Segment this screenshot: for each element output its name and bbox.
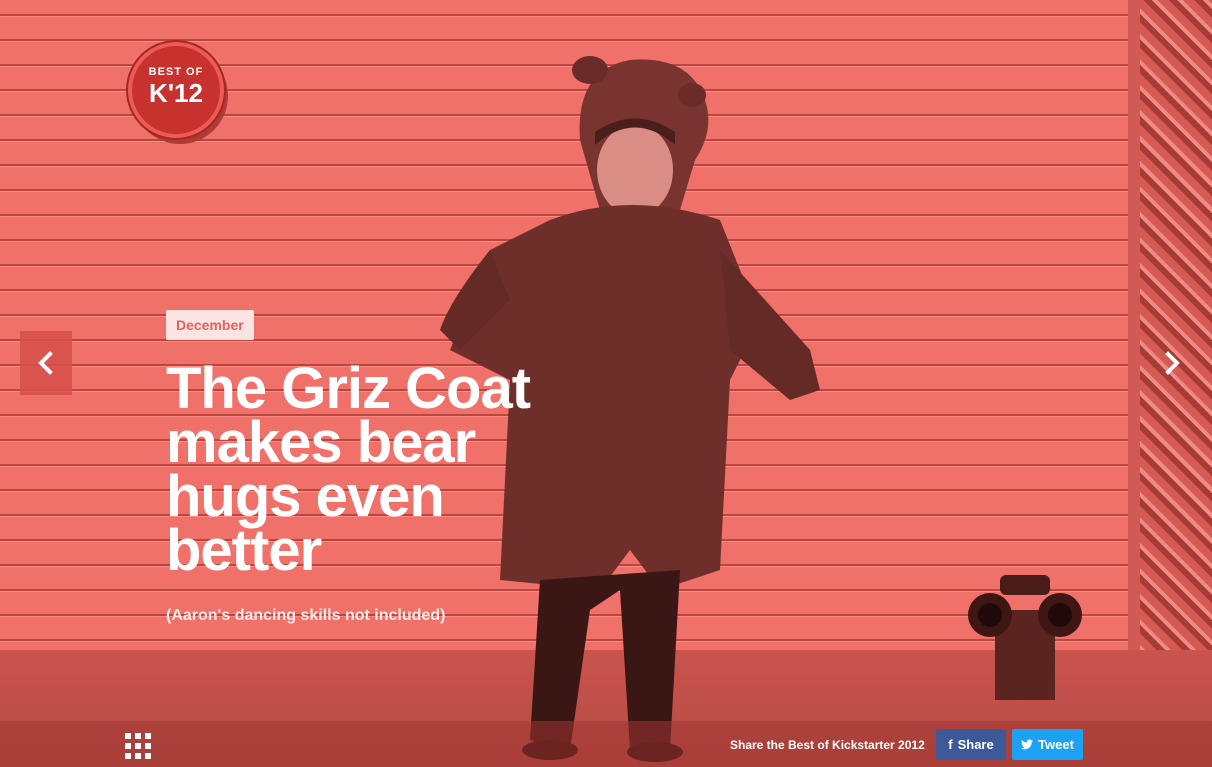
chevron-right-icon: [1165, 351, 1180, 375]
next-slide-button[interactable]: [1146, 331, 1198, 395]
badge-label: BEST OF: [148, 66, 204, 78]
chevron-left-icon: [38, 351, 53, 375]
previous-slide-button[interactable]: [20, 331, 72, 395]
slide-subhead: (Aaron's dancing skills not included): [166, 607, 446, 624]
facebook-share-label: Share: [957, 737, 994, 752]
grid-icon[interactable]: [125, 733, 151, 759]
facebook-icon: f: [948, 737, 953, 752]
badge-year: K'12: [149, 78, 203, 108]
tweet-button[interactable]: Tweet: [1012, 729, 1083, 760]
month-tag: December: [166, 310, 254, 340]
share-label: Share the Best of Kickstarter 2012: [730, 738, 925, 752]
best-of-2012-badge[interactable]: BEST OF K'12: [128, 42, 224, 138]
fire-hydrant: [968, 575, 1082, 700]
twitter-bird-icon: [1021, 739, 1034, 750]
tweet-label: Tweet: [1038, 737, 1074, 752]
slide-headline: The Griz Coat makes bear hugs even bette…: [166, 356, 531, 583]
facebook-share-button[interactable]: f Share: [936, 729, 1006, 760]
